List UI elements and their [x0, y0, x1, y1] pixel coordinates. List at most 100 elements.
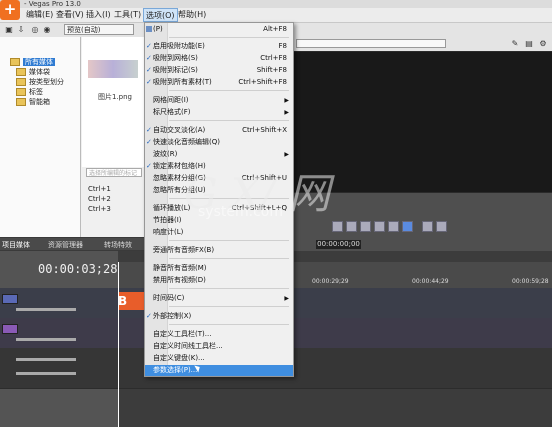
menu-item-loop-playback[interactable]: 循环播放(L) Ctrl+Shift+L+Q [145, 203, 293, 214]
menu-item-grid-spacing[interactable]: 网格间距(I) ▶ [145, 95, 293, 106]
submenu-arrow-icon: ▶ [284, 151, 289, 158]
menu-item-auto-crossfade[interactable]: ✓ 自动交叉淡化(A) Ctrl+Shift+X [145, 125, 293, 136]
settings-icon[interactable]: ⚙ [538, 39, 548, 49]
title-bar: - Vegas Pro 13.0 [0, 0, 552, 8]
cursor-timecode: 00:00:00;00 [316, 240, 361, 249]
menu-item-timecode[interactable]: 时间码(C) ▶ [145, 293, 293, 304]
menu-separator [169, 198, 289, 199]
preview-source-combo[interactable] [296, 39, 446, 48]
menu-item-customize-timeline-toolbar[interactable]: 自定义时间线工具栏... [145, 341, 293, 352]
shortcut-line: Ctrl+1 [88, 185, 111, 193]
tree-item-smart-bins[interactable]: 智能箱 [16, 97, 50, 107]
menu-view[interactable]: 查看(V) [56, 8, 84, 22]
tab-transitions[interactable]: 转场特效 [104, 240, 132, 250]
pan-slider[interactable] [16, 372, 76, 375]
end-button[interactable] [436, 221, 447, 232]
menu-help[interactable]: 帮助(H) [178, 8, 206, 22]
wrench-icon[interactable]: ✎ [510, 39, 520, 49]
marker-search-input[interactable]: 选择所编辑的标记 [86, 168, 142, 177]
volume-slider[interactable] [16, 358, 76, 361]
menu-item-ignore-all-groups[interactable]: 忽略所有分组(U) [145, 185, 293, 196]
window-title: - Vegas Pro 13.0 [24, 0, 81, 8]
track-tag [2, 294, 18, 304]
menu-bar: 编辑(E) 查看(V) 插入(I) 工具(T) 选项(O) 帮助(H) [0, 8, 552, 23]
menu-item-ignore-grouping[interactable]: 忽略素材分组(G) Ctrl+Shift+U [145, 173, 293, 184]
menu-item-snap-markers[interactable]: ✓ 吸附到标记(S) Shift+F8 [145, 65, 293, 76]
playhead[interactable] [118, 262, 119, 427]
menu-item-ruler-format[interactable]: 标尺格式(F) ▶ [145, 107, 293, 118]
play-button[interactable] [360, 221, 371, 232]
submenu-arrow-icon: ▶ [284, 295, 289, 302]
menu-item-bypass-audio-fx[interactable]: 旁通所有音频FX(B) [145, 245, 293, 256]
folder-icon [16, 98, 26, 106]
menu-options[interactable]: 选项(O) [143, 8, 178, 22]
video-clip[interactable]: B [118, 292, 144, 310]
check-icon: ✓ [146, 66, 152, 74]
folder-icon [16, 78, 26, 86]
ruler-label: 00:00:59;28 [512, 278, 549, 285]
menu-item-snap-grid[interactable]: ✓ 吸附到网格(S) Ctrl+F8 [145, 53, 293, 64]
menu-separator [169, 240, 289, 241]
menu-separator [169, 324, 289, 325]
timeline-timecode: 00:00:03;28 [38, 262, 118, 276]
menu-tools[interactable]: 工具(T) [114, 8, 141, 22]
pause-button[interactable] [374, 221, 385, 232]
check-icon: ✓ [146, 78, 152, 86]
play-icon [146, 26, 152, 32]
menu-insert[interactable]: 插入(I) [86, 8, 111, 22]
track-opacity-slider[interactable] [16, 338, 76, 341]
menu-item-lock-envelopes[interactable]: ✓ 锁定素材包络(H) [145, 161, 293, 172]
folder-icon[interactable]: ▣ [4, 25, 14, 35]
check-icon: ✓ [146, 312, 152, 320]
shortcut-line: Ctrl+2 [88, 195, 111, 203]
menu-item-preferences[interactable]: 参数选择(P)... [145, 365, 293, 376]
menu-item-mute-all-audio[interactable]: 静音所有音频(M) [145, 263, 293, 274]
preview-screen [292, 52, 552, 192]
tree-item-by-type[interactable]: 按类型划分 [16, 77, 64, 87]
submenu-arrow-icon: ▶ [284, 109, 289, 116]
menu-item-preview[interactable]: (P) Alt+F8 [145, 24, 293, 35]
media-thumbnail[interactable] [88, 60, 138, 78]
check-icon: ✓ [146, 54, 152, 62]
tree-item-all-media[interactable]: 所有媒体 [10, 57, 55, 67]
menu-item-external-control[interactable]: ✓ 外部控制(X) [145, 311, 293, 322]
menu-item-loudness-meter[interactable]: 响度计(L) [145, 227, 293, 238]
snapshot-icon[interactable]: ▤ [524, 39, 534, 49]
options-menu: (P) Alt+F8 ✓ 启用吸附功能(E) F8 ✓ 吸附到网格(S) Ctrl+F8 … [144, 22, 294, 377]
tab-project-media[interactable]: 项目媒体 [2, 240, 30, 250]
check-icon: ✓ [146, 162, 152, 170]
media-view-dropdown[interactable]: 预览(自动) [64, 24, 134, 35]
menu-edit[interactable]: 编辑(E) [26, 8, 53, 22]
capture-icon[interactable]: ◉ [42, 25, 52, 35]
check-icon: ✓ [146, 126, 152, 134]
tree-item-tags[interactable]: 标签 [16, 87, 43, 97]
play-from-start-button[interactable] [346, 221, 357, 232]
ruler-label: 00:00:44;29 [412, 278, 449, 285]
tree-item-media-bin[interactable]: 媒体袋 [16, 67, 50, 77]
record-button[interactable] [402, 221, 413, 232]
track-tag [2, 324, 18, 334]
menu-item-disable-all-video[interactable]: 禁用所有视频(D) [145, 275, 293, 286]
menu-item-customize-toolbar[interactable]: 自定义工具栏(T)... [145, 329, 293, 340]
shortcut-line: Ctrl+3 [88, 205, 111, 213]
loop-button[interactable] [332, 221, 343, 232]
docked-tabs: 项目媒体 资源管理器 转场特效 [0, 238, 144, 250]
folder-icon [10, 58, 20, 66]
check-icon: ✓ [146, 42, 152, 50]
menu-item-customize-keyboard[interactable]: 自定义键盘(K)... [145, 353, 293, 364]
tab-explorer[interactable]: 资源管理器 [48, 240, 83, 250]
menu-item-snap-all[interactable]: ✓ 吸附到所有素材(T) Ctrl+Shift+F8 [145, 77, 293, 88]
check-icon: ✓ [146, 138, 152, 146]
stop-button[interactable] [388, 221, 399, 232]
folder-icon [16, 68, 26, 76]
media-thumbnails [82, 37, 144, 167]
menu-item-quick-fade[interactable]: ✓ 快速淡化音频编辑(Q) [145, 137, 293, 148]
menu-item-ripple[interactable]: 波纹(R) ▶ [145, 149, 293, 160]
menu-item-enable-snap[interactable]: ✓ 启用吸附功能(E) F8 [145, 41, 293, 52]
menu-item-metronome[interactable]: 节拍器(I) [145, 215, 293, 226]
import-icon[interactable]: ⇩ [16, 25, 26, 35]
record-icon[interactable]: ◎ [30, 25, 40, 35]
thumbnail-label: 图片1.png [98, 93, 133, 101]
track-opacity-slider[interactable] [16, 308, 76, 311]
next-frame-button[interactable] [422, 221, 433, 232]
